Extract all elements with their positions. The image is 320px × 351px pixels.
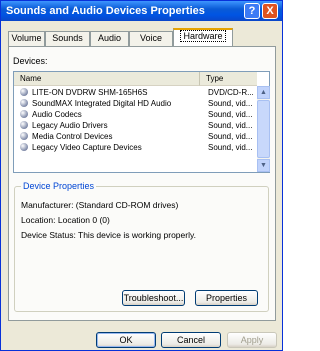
device-row-1[interactable]: SoundMAX Integrated Digital HD Audio Sou… xyxy=(15,98,255,109)
scroll-up-icon[interactable]: ▲ xyxy=(257,86,270,99)
cancel-button[interactable]: Cancel xyxy=(161,332,221,348)
device-name: Media Control Devices xyxy=(32,132,113,141)
tab-voice[interactable]: Voice xyxy=(129,31,173,46)
tab-sounds[interactable]: Sounds xyxy=(45,31,90,46)
sound-device-icon xyxy=(20,121,28,129)
device-type: Sound, vid... xyxy=(208,143,253,152)
manufacturer-text: Manufacturer: (Standard CD-ROM drives) xyxy=(21,200,179,210)
device-type: Sound, vid... xyxy=(208,132,253,141)
column-header-name[interactable]: Name xyxy=(14,72,200,86)
tab-audio[interactable]: Audio xyxy=(90,31,129,46)
device-type: Sound, vid... xyxy=(208,99,253,108)
device-properties-title: Device Properties xyxy=(21,181,97,191)
sound-device-icon xyxy=(20,110,28,118)
device-name: LITE-ON DVDRW SHM-165H6S xyxy=(32,88,148,97)
device-row-3[interactable]: Legacy Audio Drivers Sound, vid... xyxy=(15,120,255,131)
tab-volume[interactable]: Volume xyxy=(8,31,45,46)
apply-button[interactable]: Apply xyxy=(227,332,277,348)
ok-button[interactable]: OK xyxy=(96,332,156,348)
column-header-type[interactable]: Type xyxy=(200,72,257,86)
title-bar[interactable]: Sounds and Audio Devices Properties ? X xyxy=(1,1,282,21)
device-status-text: Device Status: This device is working pr… xyxy=(21,230,196,240)
window-title: Sounds and Audio Devices Properties xyxy=(6,5,205,17)
device-row-5[interactable]: Legacy Video Capture Devices Sound, vid.… xyxy=(15,142,255,153)
sound-device-icon xyxy=(20,132,28,140)
device-type: DVD/CD-R... xyxy=(208,88,254,97)
device-name: SoundMAX Integrated Digital HD Audio xyxy=(32,99,172,108)
scroll-thumb[interactable] xyxy=(257,100,270,158)
tab-hardware-label: Hardware xyxy=(180,30,226,42)
device-name: Legacy Video Capture Devices xyxy=(32,143,142,152)
device-row-0[interactable]: LITE-ON DVDRW SHM-165H6S DVD/CD-R... xyxy=(15,87,255,98)
device-row-2[interactable]: Audio Codecs Sound, vid... xyxy=(15,109,255,120)
help-button[interactable]: ? xyxy=(244,3,260,19)
device-name: Audio Codecs xyxy=(32,110,82,119)
troubleshoot-button[interactable]: Troubleshoot... xyxy=(122,290,185,306)
sound-device-icon xyxy=(20,99,28,107)
device-name: Legacy Audio Drivers xyxy=(32,121,108,130)
device-row-4[interactable]: Media Control Devices Sound, vid... xyxy=(15,131,255,142)
sound-device-icon xyxy=(20,143,28,151)
scroll-down-icon[interactable]: ▼ xyxy=(257,159,270,172)
properties-window: Sounds and Audio Devices Properties ? X … xyxy=(0,0,283,351)
cd-drive-icon xyxy=(20,88,28,96)
close-button[interactable]: X xyxy=(262,3,278,19)
devices-label: Devices: xyxy=(13,56,48,66)
devices-scrollbar[interactable]: ▲ ▼ xyxy=(257,86,270,172)
location-text: Location: Location 0 (0) xyxy=(21,215,110,225)
tab-hardware[interactable]: Hardware xyxy=(173,28,233,47)
device-type: Sound, vid... xyxy=(208,121,253,130)
properties-button[interactable]: Properties xyxy=(195,290,258,306)
devices-list[interactable]: Name Type LITE-ON DVDRW SHM-165H6S DVD/C… xyxy=(13,71,270,173)
device-type: Sound, vid... xyxy=(208,110,253,119)
